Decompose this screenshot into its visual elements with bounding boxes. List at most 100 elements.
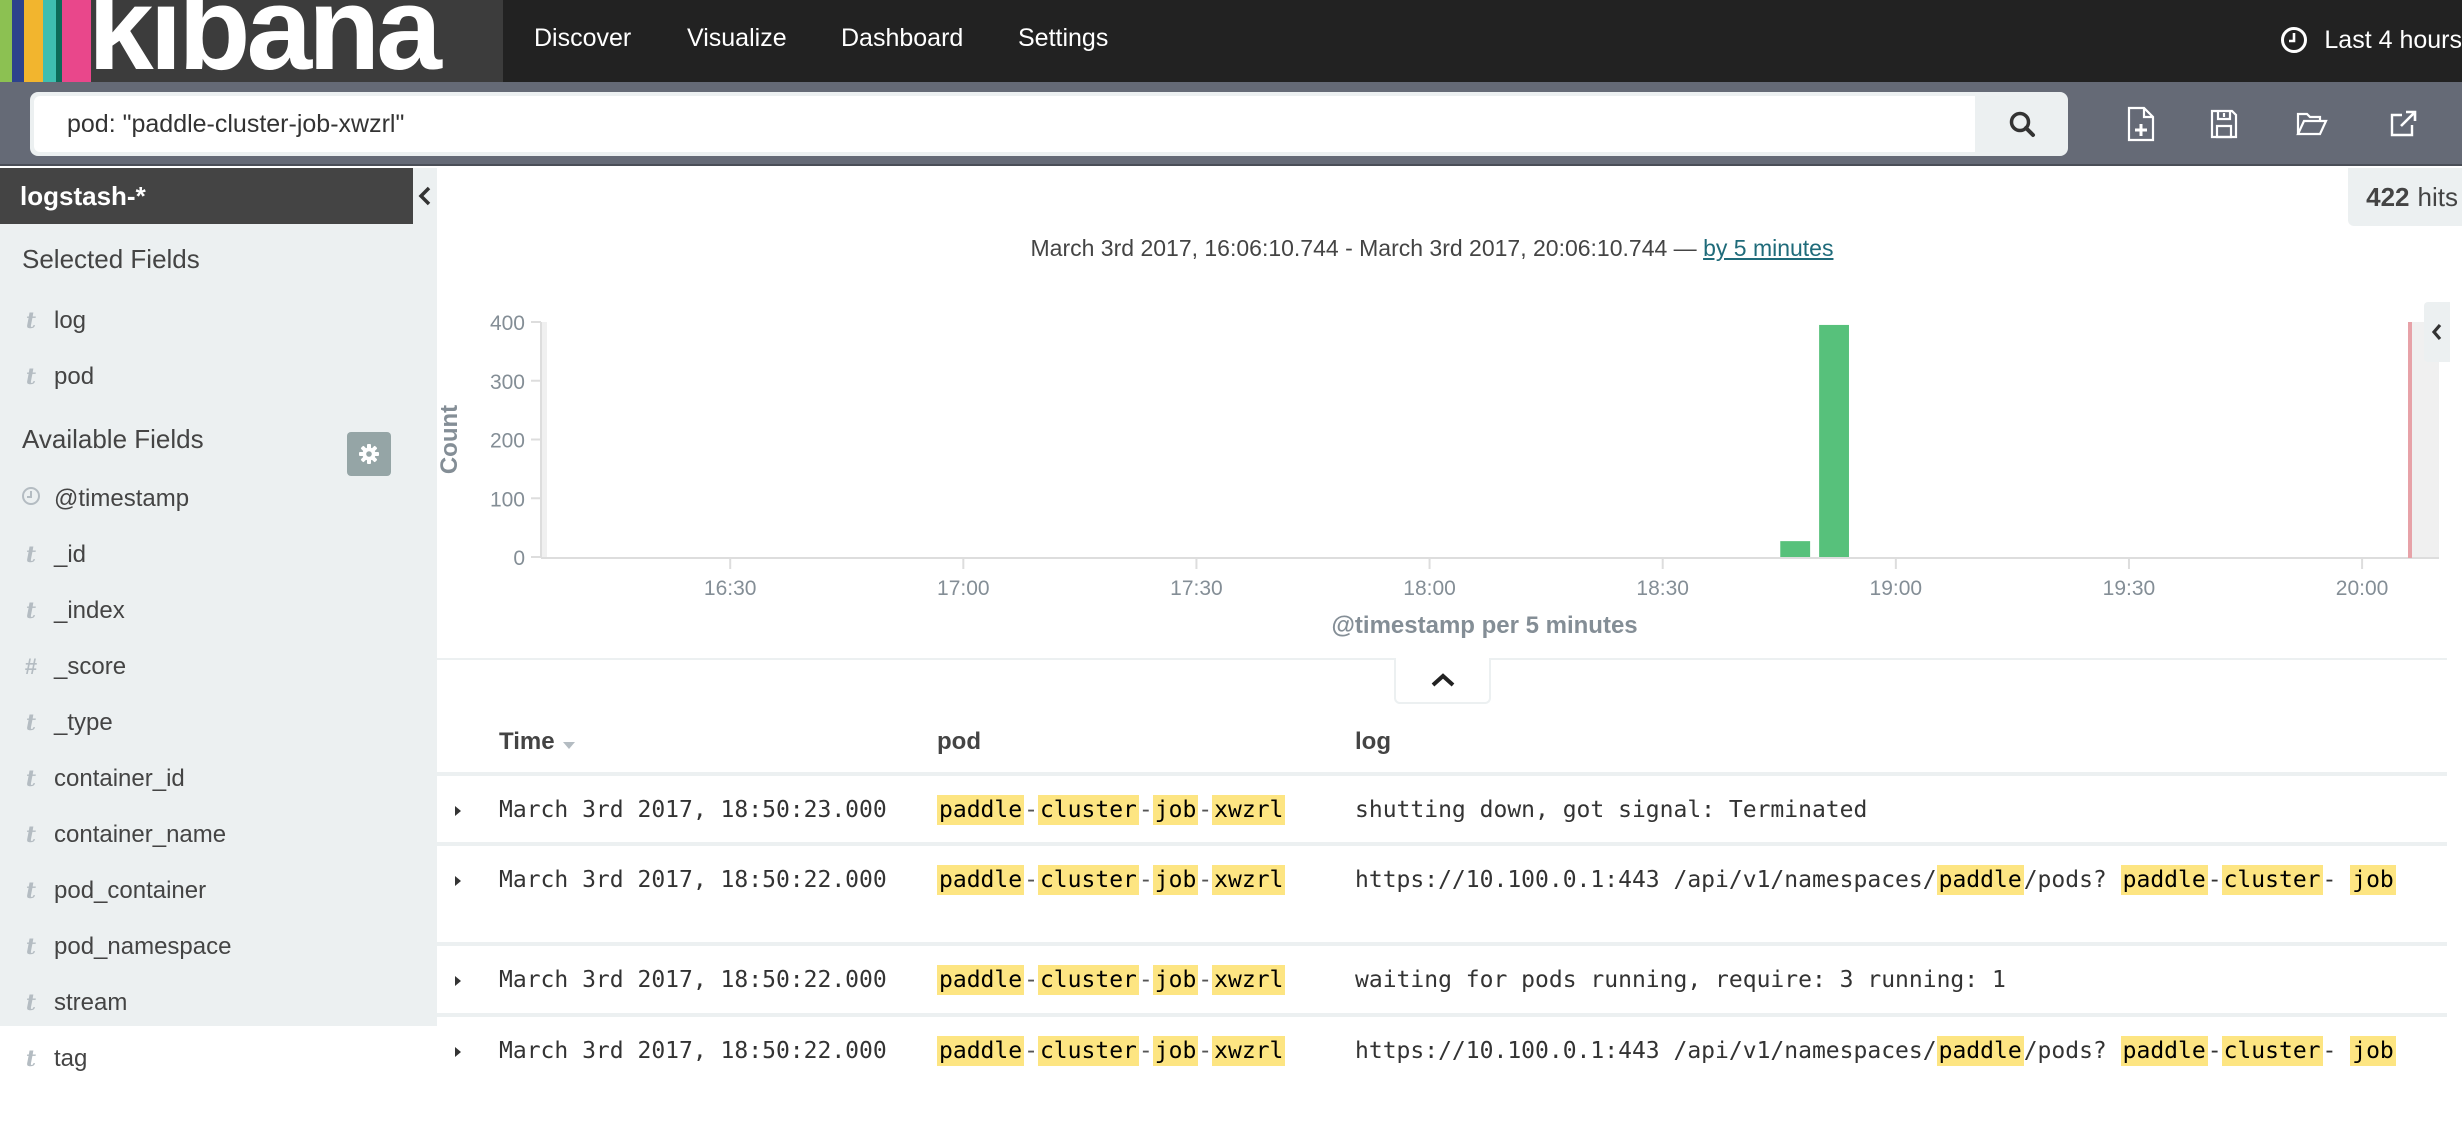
collapse-sidebar-button[interactable] xyxy=(413,168,437,224)
field-name: pod_namespace xyxy=(54,933,232,960)
field-name: container_name xyxy=(54,821,227,848)
highlight: job xyxy=(1152,1036,1199,1066)
table-row[interactable]: March 3rd 2017, 18:50:22.000 paddle - clust… xyxy=(437,842,2447,942)
log-text: /pods? xyxy=(2023,1038,2121,1064)
nav-dashboard[interactable]: Dashboard xyxy=(841,24,963,53)
collapse-chart-button[interactable] xyxy=(1394,658,1491,704)
string-type-icon: t xyxy=(25,766,37,792)
log-text: - xyxy=(2322,1038,2351,1064)
expand-row-toggle[interactable] xyxy=(451,804,465,818)
string-type-icon: t xyxy=(25,934,37,960)
field-item-container-id[interactable]: t container_id xyxy=(0,754,413,804)
query-toolbar xyxy=(0,82,2462,166)
highlight: job xyxy=(1152,965,1199,995)
highlight: job xyxy=(1152,865,1199,895)
field-item-container-name[interactable]: t container_name xyxy=(0,810,413,860)
time-cell: March 3rd 2017, 18:50:22.000 xyxy=(499,867,887,893)
x-tick-label: 16:30 xyxy=(704,577,757,600)
caret-right-icon xyxy=(455,1047,461,1057)
sort-desc-icon[interactable] xyxy=(561,740,577,750)
string-type-icon: t xyxy=(25,542,37,568)
field-item-timestamp[interactable]: @timestamp xyxy=(0,474,413,524)
field-name: _index xyxy=(54,597,125,624)
caret-right-icon xyxy=(455,876,461,886)
field-name: _score xyxy=(54,653,127,680)
save-icon xyxy=(2210,109,2238,139)
expand-row-toggle[interactable] xyxy=(451,874,465,888)
search-button[interactable] xyxy=(1975,92,2068,156)
column-header-pod[interactable]: pod xyxy=(937,712,981,772)
y-tick-label: 300 xyxy=(490,371,525,394)
field-item-stream[interactable]: t stream xyxy=(0,978,413,1028)
string-type-icon: t xyxy=(25,364,37,390)
discover-main: 422 hits March 3rd 2017, 16:06:10.744 - … xyxy=(437,168,2462,1126)
string-type-icon: t xyxy=(25,990,37,1016)
separator: - xyxy=(1138,797,1153,823)
current-time-marker xyxy=(2408,322,2412,558)
field-item-index[interactable]: t _index xyxy=(0,586,413,636)
column-header-time[interactable]: Time xyxy=(499,712,577,772)
separator: - xyxy=(1198,1038,1213,1064)
histogram-bar[interactable] xyxy=(1780,541,1811,557)
histogram-chart[interactable]: 0 100 200 300 400 Count 16:30 17:00 17:30 18:00 18… xyxy=(437,168,2462,658)
pod-cell: paddle-cluster-job-xwzrl xyxy=(937,962,1286,998)
field-sidebar: logstash-* Selected Fields t log t pod Avai… xyxy=(0,168,437,1072)
log-cell: waiting for pods running, require: 3 run… xyxy=(1355,962,2445,998)
chevron-left-icon xyxy=(2431,323,2442,341)
x-tick-label: 17:30 xyxy=(1170,577,1223,600)
log-text: https://10.100.0.1:443 /api/v1/namespace… xyxy=(1355,867,1937,893)
share-button[interactable] xyxy=(2383,104,2423,144)
histogram-bar[interactable] xyxy=(1819,324,1849,557)
log-text: https://10.100.0.1:443 /api/v1/namespace… xyxy=(1355,1038,1937,1064)
field-settings-button[interactable] xyxy=(347,432,391,476)
separator: - xyxy=(1198,867,1213,893)
field-name: @timestamp xyxy=(54,485,190,512)
index-pattern-title[interactable]: logstash-* xyxy=(0,168,413,224)
string-type-icon: t xyxy=(25,710,37,736)
separator: - xyxy=(1138,967,1153,993)
table-row[interactable]: March 3rd 2017, 18:50:22.000 paddle-clust… xyxy=(437,1013,2447,1118)
x-tick-label: 19:30 xyxy=(2103,577,2156,600)
field-item-id[interactable]: t _id xyxy=(0,530,413,580)
share-icon xyxy=(2390,110,2417,137)
string-type-icon: t xyxy=(25,598,37,624)
toggle-legend-button[interactable] xyxy=(2424,302,2450,362)
field-item-pod[interactable]: t pod xyxy=(0,352,413,402)
field-item-score[interactable]: # _score xyxy=(0,642,413,692)
field-item-log[interactable]: t log xyxy=(0,296,413,346)
save-search-button[interactable] xyxy=(2204,104,2244,144)
log-text: waiting for pods running, require: 3 run… xyxy=(1355,967,2006,993)
field-item-pod-namespace[interactable]: t pod_namespace xyxy=(0,922,413,972)
clock-icon xyxy=(0,486,54,512)
nav-discover[interactable]: Discover xyxy=(534,24,631,53)
field-item-pod-container[interactable]: t pod_container xyxy=(0,866,413,916)
field-name: log xyxy=(54,307,87,334)
x-axis-label: @timestamp per 5 minutes xyxy=(1332,612,1638,639)
open-search-button[interactable] xyxy=(2292,104,2332,144)
nav-visualize[interactable]: Visualize xyxy=(687,24,787,53)
highlight: cluster xyxy=(1037,865,1139,895)
field-item-tag[interactable]: t tag xyxy=(0,1034,413,1084)
top-nav: kibana Discover Visualize Dashboard Sett… xyxy=(0,0,2462,82)
field-item-type[interactable]: t _type xyxy=(0,698,413,748)
field-name: pod_container xyxy=(54,877,207,904)
time-picker-button[interactable]: Last 4 hours xyxy=(2280,22,2462,58)
table-row[interactable]: March 3rd 2017, 18:50:22.000 paddle-clust… xyxy=(437,942,2447,1013)
y-tick-label: 400 xyxy=(490,312,525,335)
table-row[interactable]: March 3rd 2017, 18:50:23.000 paddle-clust… xyxy=(437,772,2447,842)
separator: - xyxy=(1198,797,1213,823)
query-input[interactable] xyxy=(34,96,1975,152)
x-tick-label: 18:30 xyxy=(1636,577,1689,600)
time-cell: March 3rd 2017, 18:50:22.000 xyxy=(499,1038,887,1064)
kibana-logo[interactable]: kibana xyxy=(0,0,503,82)
open-folder-icon xyxy=(2296,112,2328,136)
expand-row-toggle[interactable] xyxy=(451,974,465,988)
highlight: paddle xyxy=(937,1036,1025,1066)
nav-settings[interactable]: Settings xyxy=(1018,24,1108,53)
search-bar xyxy=(30,92,2068,156)
column-header-log[interactable]: log xyxy=(1355,712,1391,772)
new-search-button[interactable] xyxy=(2121,104,2161,144)
highlight: paddle xyxy=(2120,865,2208,895)
expand-row-toggle[interactable] xyxy=(451,1045,465,1059)
separator: - xyxy=(1198,967,1213,993)
